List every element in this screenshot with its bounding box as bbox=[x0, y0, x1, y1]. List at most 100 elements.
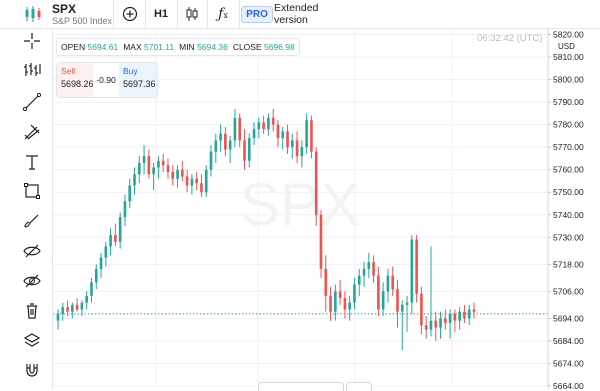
brush-icon[interactable] bbox=[22, 211, 42, 231]
text-icon[interactable] bbox=[22, 152, 42, 172]
hide-indicators-icon[interactable] bbox=[22, 271, 42, 291]
candle-body bbox=[181, 169, 184, 177]
price-tick-label: 5706.00 bbox=[553, 286, 584, 296]
candle-body bbox=[424, 325, 428, 330]
drawing-toolbar bbox=[0, 29, 53, 389]
min-value: 5694.36 bbox=[197, 42, 228, 52]
spread-value: -0.90 bbox=[96, 75, 116, 85]
extended-version-link[interactable]: Extended version bbox=[274, 0, 346, 28]
candle bbox=[80, 300, 84, 317]
candle-body bbox=[463, 311, 466, 319]
add-circle-icon bbox=[122, 6, 138, 22]
buy-button[interactable]: Buy 5697.36 bbox=[119, 63, 157, 97]
price-chart[interactable]: SPX 5820.005810.005800.005790.005780.005… bbox=[0, 0, 600, 389]
max-value: 5701.11 bbox=[144, 42, 175, 52]
toolbar-divider bbox=[113, 0, 114, 28]
candle bbox=[314, 147, 318, 227]
hide-drawings-icon[interactable] bbox=[22, 241, 42, 261]
open-value: 5694.61 bbox=[87, 42, 119, 52]
candle-body bbox=[171, 171, 175, 179]
layers-icon[interactable] bbox=[22, 331, 42, 351]
open-label: OPEN bbox=[61, 42, 86, 52]
candle-body bbox=[434, 320, 438, 328]
delete-icon[interactable] bbox=[22, 301, 42, 321]
candle bbox=[310, 115, 313, 159]
candle bbox=[453, 309, 457, 332]
price-tick-label: 5674.00 bbox=[553, 358, 584, 368]
candle bbox=[372, 255, 375, 283]
candle bbox=[195, 171, 198, 190]
candle bbox=[118, 212, 122, 249]
timeframe-button[interactable]: H1 bbox=[148, 0, 174, 28]
toolbar-divider bbox=[145, 0, 146, 28]
candle bbox=[286, 124, 289, 154]
candles-icon bbox=[25, 6, 41, 22]
candle-body bbox=[453, 313, 457, 321]
candle-body bbox=[305, 120, 308, 148]
symbol-info[interactable]: SPX S&P 500 Index bbox=[52, 3, 112, 27]
buy-label: Buy bbox=[123, 66, 138, 76]
candle-body bbox=[334, 291, 337, 312]
symbol-ticker: SPX bbox=[52, 2, 77, 16]
price-tick-label: 5800.00 bbox=[553, 75, 584, 85]
time-scroll-button[interactable] bbox=[346, 382, 372, 391]
candle-body bbox=[157, 160, 160, 168]
time-scroll-handle[interactable] bbox=[258, 382, 344, 391]
extended-version-label: Extended version bbox=[274, 2, 319, 26]
sell-button[interactable]: Sell 5698.26 bbox=[57, 63, 94, 97]
candle bbox=[109, 228, 112, 256]
candle bbox=[295, 131, 299, 163]
price-tick-label: 5760.00 bbox=[553, 165, 584, 175]
candle-body bbox=[410, 239, 414, 303]
candle bbox=[415, 235, 418, 303]
candle-body bbox=[458, 311, 461, 321]
candle-body bbox=[247, 138, 251, 161]
symbol-name: S&P 500 Index bbox=[52, 16, 112, 26]
candle-body bbox=[420, 293, 423, 326]
rectangle-icon[interactable] bbox=[22, 181, 42, 201]
candle-body bbox=[152, 167, 155, 175]
candle bbox=[104, 241, 108, 267]
candlestick-type-icon bbox=[186, 7, 198, 21]
candle bbox=[386, 268, 390, 303]
candle bbox=[71, 302, 74, 319]
candle-body bbox=[85, 295, 89, 303]
candle bbox=[334, 284, 337, 321]
buy-price: 5697.36 bbox=[123, 79, 156, 89]
indicators-button[interactable]: ƒx bbox=[210, 0, 236, 28]
price-axis[interactable]: 5820.00 5810.00 5800.00 5790.00 5780.00 5770.… bbox=[547, 28, 584, 389]
toolbar-divider bbox=[239, 0, 240, 28]
candle-body bbox=[75, 304, 79, 310]
candle-body bbox=[142, 156, 146, 163]
candle-body bbox=[61, 307, 65, 314]
candle-body bbox=[104, 246, 108, 258]
candle-body bbox=[94, 268, 98, 283]
crosshair-icon[interactable] bbox=[22, 31, 42, 51]
currency-label[interactable]: USD bbox=[558, 42, 575, 51]
candle-body bbox=[372, 262, 375, 276]
candle-body bbox=[219, 133, 222, 141]
add-symbol-button[interactable] bbox=[118, 0, 142, 28]
pro-badge: PRO bbox=[241, 5, 273, 23]
candle bbox=[147, 149, 151, 179]
candle bbox=[396, 280, 399, 328]
max-label: MAX bbox=[123, 42, 142, 52]
candle-body bbox=[214, 140, 218, 152]
candle bbox=[137, 156, 141, 184]
candle-body bbox=[377, 275, 380, 310]
magnet-icon[interactable] bbox=[22, 361, 42, 381]
candle bbox=[420, 286, 423, 335]
candle bbox=[90, 277, 93, 303]
candle bbox=[209, 144, 213, 177]
bars-icon[interactable] bbox=[22, 60, 42, 80]
pro-button[interactable]: PRO bbox=[241, 0, 273, 28]
candle-body bbox=[209, 151, 213, 170]
candle bbox=[290, 133, 294, 159]
trendline-icon[interactable] bbox=[22, 92, 42, 112]
candle bbox=[267, 113, 270, 136]
chart-type-button[interactable] bbox=[180, 0, 204, 28]
fork-icon[interactable] bbox=[22, 122, 42, 142]
candle-body bbox=[353, 284, 356, 303]
candle-body bbox=[472, 309, 476, 312]
candle bbox=[114, 223, 117, 247]
